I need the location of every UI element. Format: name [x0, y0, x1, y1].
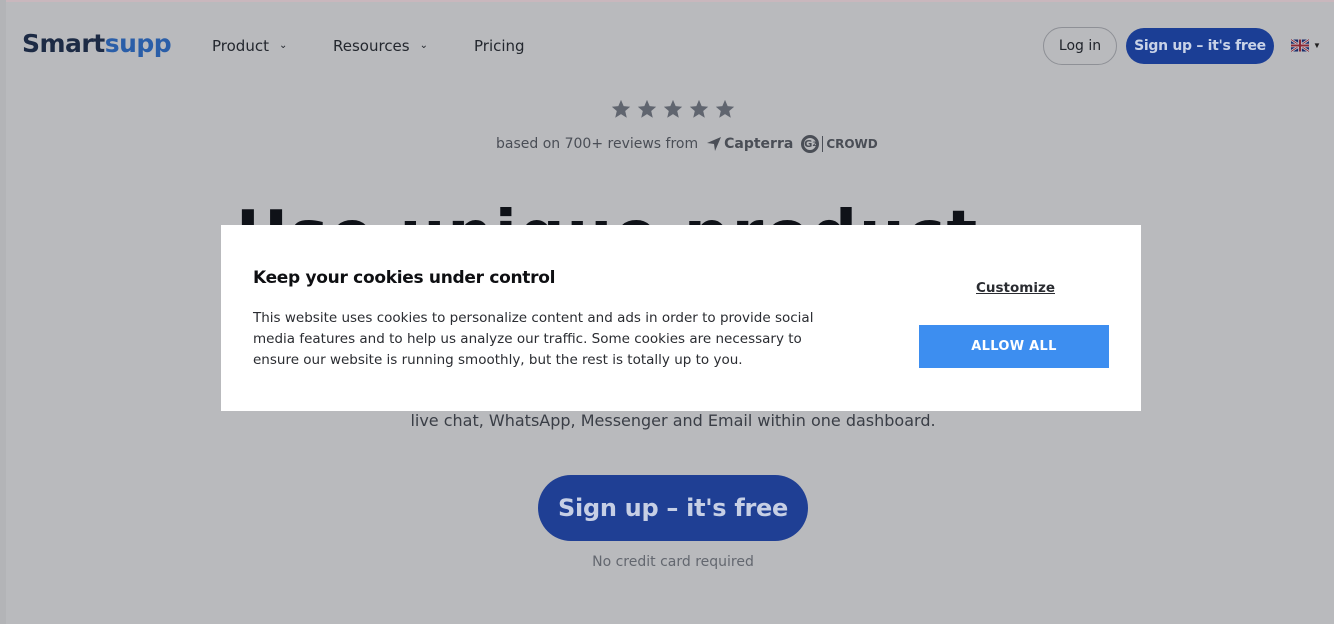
reviews-line: based on 700+ reviews from Capterra G2 C… [496, 135, 878, 153]
rating-stars [610, 98, 736, 120]
crowd-label: CROWD [826, 137, 878, 151]
g2-separator [822, 136, 824, 152]
cookie-modal-title: Keep your cookies under control [253, 268, 556, 288]
cookie-body-line: media features and to help us analyze ou… [253, 331, 802, 347]
star-icon [611, 99, 631, 118]
cookie-modal-body: This website uses cookies to personalize… [253, 308, 853, 371]
star-icon [663, 99, 683, 118]
star-icon [715, 99, 735, 118]
no-credit-card-note: No credit card required [592, 554, 754, 570]
capterra-label: Capterra [724, 136, 794, 152]
star-icon [637, 99, 657, 118]
caret-down-icon: ▼ [1313, 41, 1321, 50]
nav-resources[interactable]: Resources ⌄ [333, 37, 428, 55]
signup-button-header[interactable]: Sign up – it's free [1126, 28, 1274, 64]
signup-button-hero[interactable]: Sign up – it's free [538, 475, 808, 541]
customize-link[interactable]: Customize [976, 280, 1055, 296]
capterra-logo: Capterra [706, 136, 793, 152]
nav-pricing-label: Pricing [474, 37, 525, 55]
star-icon [689, 99, 709, 118]
language-selector[interactable]: ▼ [1291, 39, 1321, 52]
nav-resources-label: Resources [333, 37, 410, 55]
nav-pricing[interactable]: Pricing [474, 37, 525, 55]
cookie-consent-modal: Keep your cookies under control This web… [221, 225, 1141, 411]
chevron-down-icon: ⌄ [278, 39, 288, 51]
cookie-body-line: ensure our website is running smoothly, … [253, 352, 743, 368]
logo-text-supp: supp [104, 29, 172, 58]
allow-all-button[interactable]: ALLOW ALL [919, 325, 1109, 368]
reviews-text: based on 700+ reviews from [496, 136, 699, 152]
nav-product[interactable]: Product ⌄ [212, 37, 287, 55]
uk-flag-icon [1291, 39, 1309, 52]
g2-label: G [804, 138, 813, 150]
g2-sup: 2 [812, 140, 817, 148]
g2-crowd-logo: G2 CROWD [801, 135, 878, 153]
logo-text-smart: Smart [22, 29, 105, 58]
login-button[interactable]: Log in [1043, 27, 1117, 65]
g2-icon: G2 [801, 135, 820, 153]
cookie-body-line: This website uses cookies to personalize… [253, 310, 814, 326]
capterra-arrow-icon [707, 137, 722, 151]
chevron-down-icon: ⌄ [419, 39, 428, 51]
smartsupp-logo[interactable]: Smartsupp [22, 29, 172, 58]
nav-product-label: Product [212, 37, 269, 55]
hero-subtext: live chat, WhatsApp, Messenger and Email… [410, 411, 936, 430]
